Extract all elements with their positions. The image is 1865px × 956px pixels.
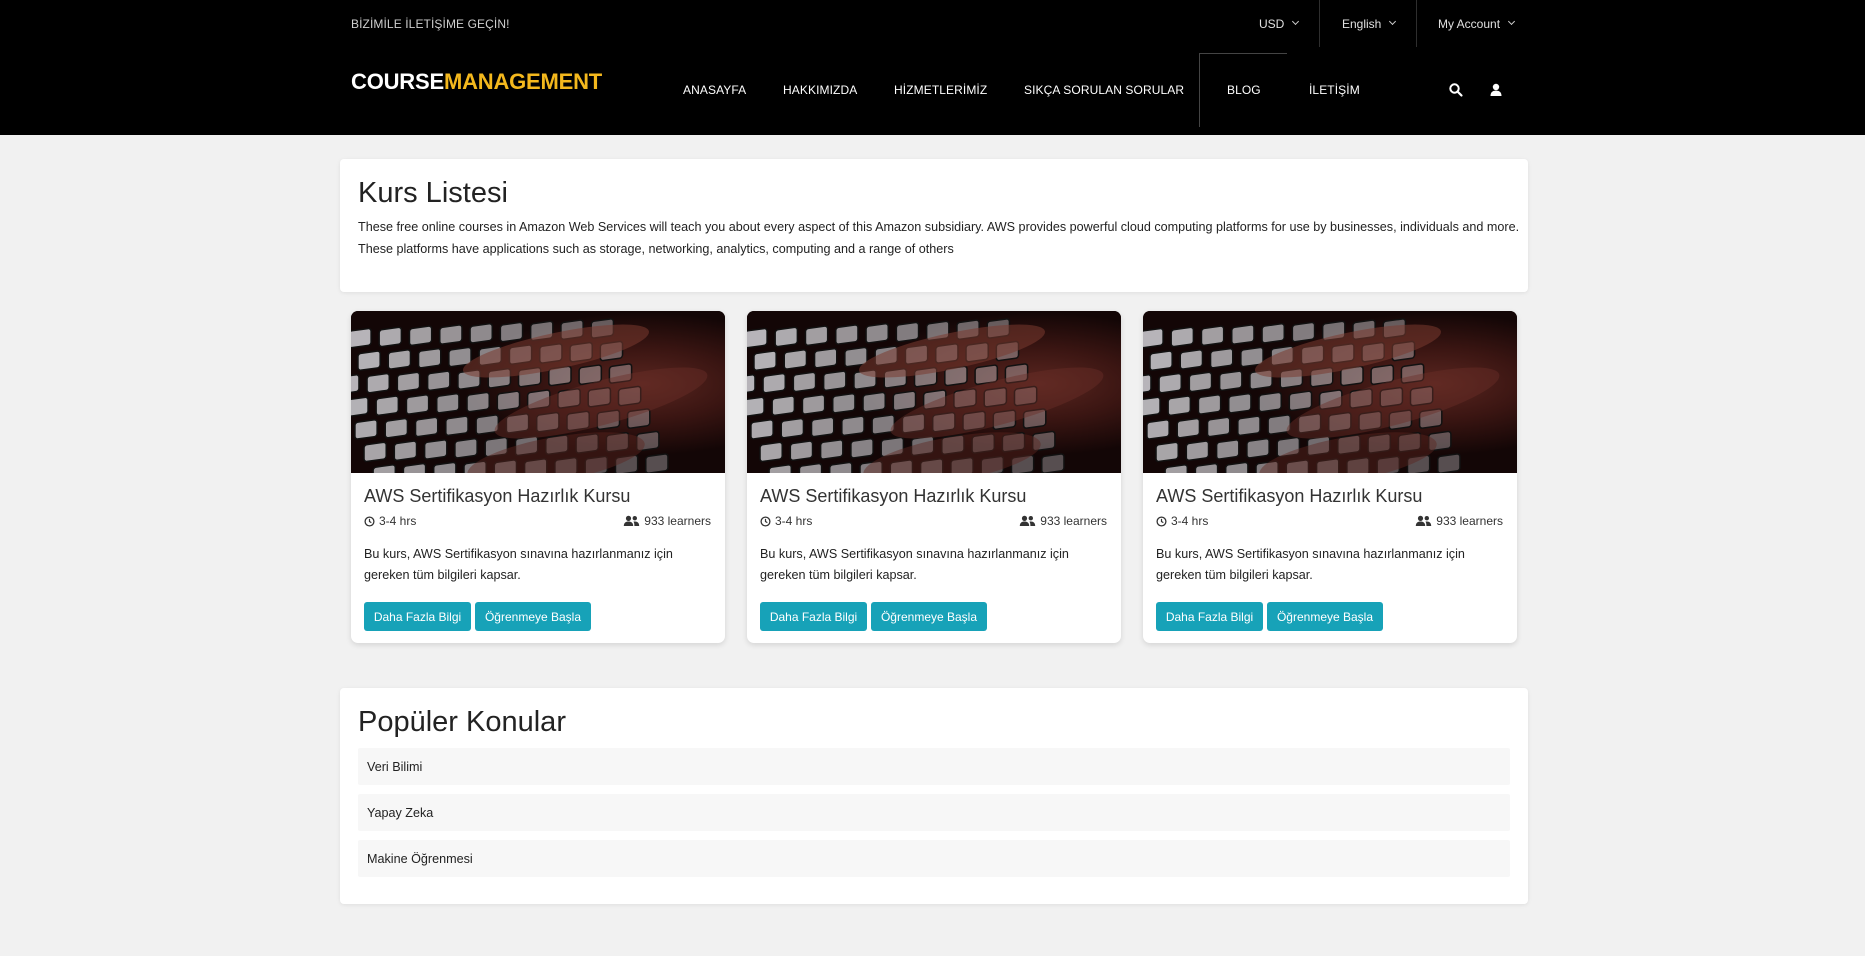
course-card: AWS Sertifikasyon Hazırlık Kursu 3-4 hrs 9… (351, 311, 725, 643)
duration-text: 3-4 hrs (379, 514, 417, 528)
course-list-description: These free online courses in Amazon Web … (358, 220, 1520, 256)
account-dropdown[interactable]: My Account (1438, 0, 1516, 47)
nav-item-blog[interactable]: BLOG (1227, 83, 1261, 97)
course-list-panel: Kurs Listesi These free online courses i… (340, 159, 1528, 292)
more-info-button[interactable]: Daha Fazla Bilgi (364, 602, 471, 631)
course-card: AWS Sertifikasyon Hazırlık Kursu 3-4 hrs 9… (1143, 311, 1517, 643)
search-icon[interactable] (1448, 82, 1464, 98)
language-label: English (1342, 16, 1382, 31)
divider (1416, 0, 1417, 47)
course-duration: 3-4 hrs (364, 514, 416, 528)
course-image (747, 311, 1121, 473)
course-description: Bu kurs, AWS Sertifikasyon sınavına hazı… (1156, 547, 1465, 582)
language-dropdown[interactable]: English (1342, 0, 1397, 47)
nav-item-hakkimizda[interactable]: HAKKIMIZDA (783, 83, 857, 97)
chevron-down-icon (1507, 17, 1516, 26)
course-image-keyboard (1143, 318, 1500, 473)
course-image-keyboard (351, 318, 708, 473)
page-title: Kurs Listesi (358, 177, 508, 209)
users-icon (624, 515, 640, 526)
site-header: BİZİMİLE İLETİŞİME GEÇİN! USD English My… (0, 0, 1865, 135)
contact-us-link[interactable]: BİZİMİLE İLETİŞİME GEÇİN! (351, 17, 510, 31)
duration-text: 3-4 hrs (1171, 514, 1209, 528)
learners-text: 933 learners (1436, 514, 1503, 528)
course-title[interactable]: AWS Sertifikasyon Hazırlık Kursu (1156, 486, 1422, 507)
nav-item-iletisim[interactable]: İLETİŞİM (1309, 83, 1360, 97)
course-learners: 933 learners (1019, 514, 1107, 528)
start-learning-button[interactable]: Öğrenmeye Başla (871, 602, 987, 631)
course-duration: 3-4 hrs (760, 514, 812, 528)
users-icon (1020, 515, 1036, 526)
nav-item-hizmetlerimiz[interactable]: HİZMETLERİMİZ (894, 83, 987, 97)
clock-icon (364, 515, 375, 527)
more-info-button[interactable]: Daha Fazla Bilgi (760, 602, 867, 631)
divider (1319, 0, 1320, 47)
clock-icon (760, 515, 771, 527)
user-icon[interactable] (1488, 82, 1504, 98)
start-learning-button[interactable]: Öğrenmeye Başla (1267, 602, 1383, 631)
nav-item-anasayfa[interactable]: ANASAYFA (683, 83, 746, 97)
top-bar: BİZİMİLE İLETİŞİME GEÇİN! USD English My… (351, 0, 1517, 47)
course-title[interactable]: AWS Sertifikasyon Hazırlık Kursu (760, 486, 1026, 507)
course-learners: 933 learners (623, 514, 711, 528)
learners-text: 933 learners (1040, 514, 1107, 528)
course-image (1143, 311, 1517, 473)
course-description: Bu kurs, AWS Sertifikasyon sınavına hazı… (364, 547, 673, 582)
course-learners: 933 learners (1415, 514, 1503, 528)
main-nav: ANASAYFA HAKKIMIZDA HİZMETLERİMİZ SIKÇA … (0, 53, 1865, 127)
popular-topics-panel: Popüler Konular Veri Bilimi Yapay Zeka M… (340, 688, 1528, 904)
learners-text: 933 learners (644, 514, 711, 528)
topic-item[interactable]: Yapay Zeka (358, 794, 1510, 831)
section-title: Popüler Konular (358, 706, 566, 738)
chevron-down-icon (1292, 17, 1300, 26)
course-image-keyboard (747, 318, 1104, 473)
more-info-button[interactable]: Daha Fazla Bilgi (1156, 602, 1263, 631)
currency-label: USD (1259, 16, 1285, 31)
nav-item-sss[interactable]: SIKÇA SORULAN SORULAR (1024, 83, 1184, 97)
currency-dropdown[interactable]: USD (1259, 0, 1300, 47)
course-duration: 3-4 hrs (1156, 514, 1208, 528)
users-icon (1416, 515, 1432, 526)
clock-icon (1156, 515, 1167, 527)
chevron-down-icon (1389, 17, 1397, 26)
topic-item[interactable]: Veri Bilimi (358, 748, 1510, 785)
duration-text: 3-4 hrs (775, 514, 813, 528)
account-label: My Account (1438, 16, 1501, 31)
course-description: Bu kurs, AWS Sertifikasyon sınavına hazı… (760, 547, 1069, 582)
course-card: AWS Sertifikasyon Hazırlık Kursu 3-4 hrs 9… (747, 311, 1121, 643)
course-image (351, 311, 725, 473)
course-title[interactable]: AWS Sertifikasyon Hazırlık Kursu (364, 486, 630, 507)
start-learning-button[interactable]: Öğrenmeye Başla (475, 602, 591, 631)
topic-item[interactable]: Makine Öğrenmesi (358, 840, 1510, 877)
